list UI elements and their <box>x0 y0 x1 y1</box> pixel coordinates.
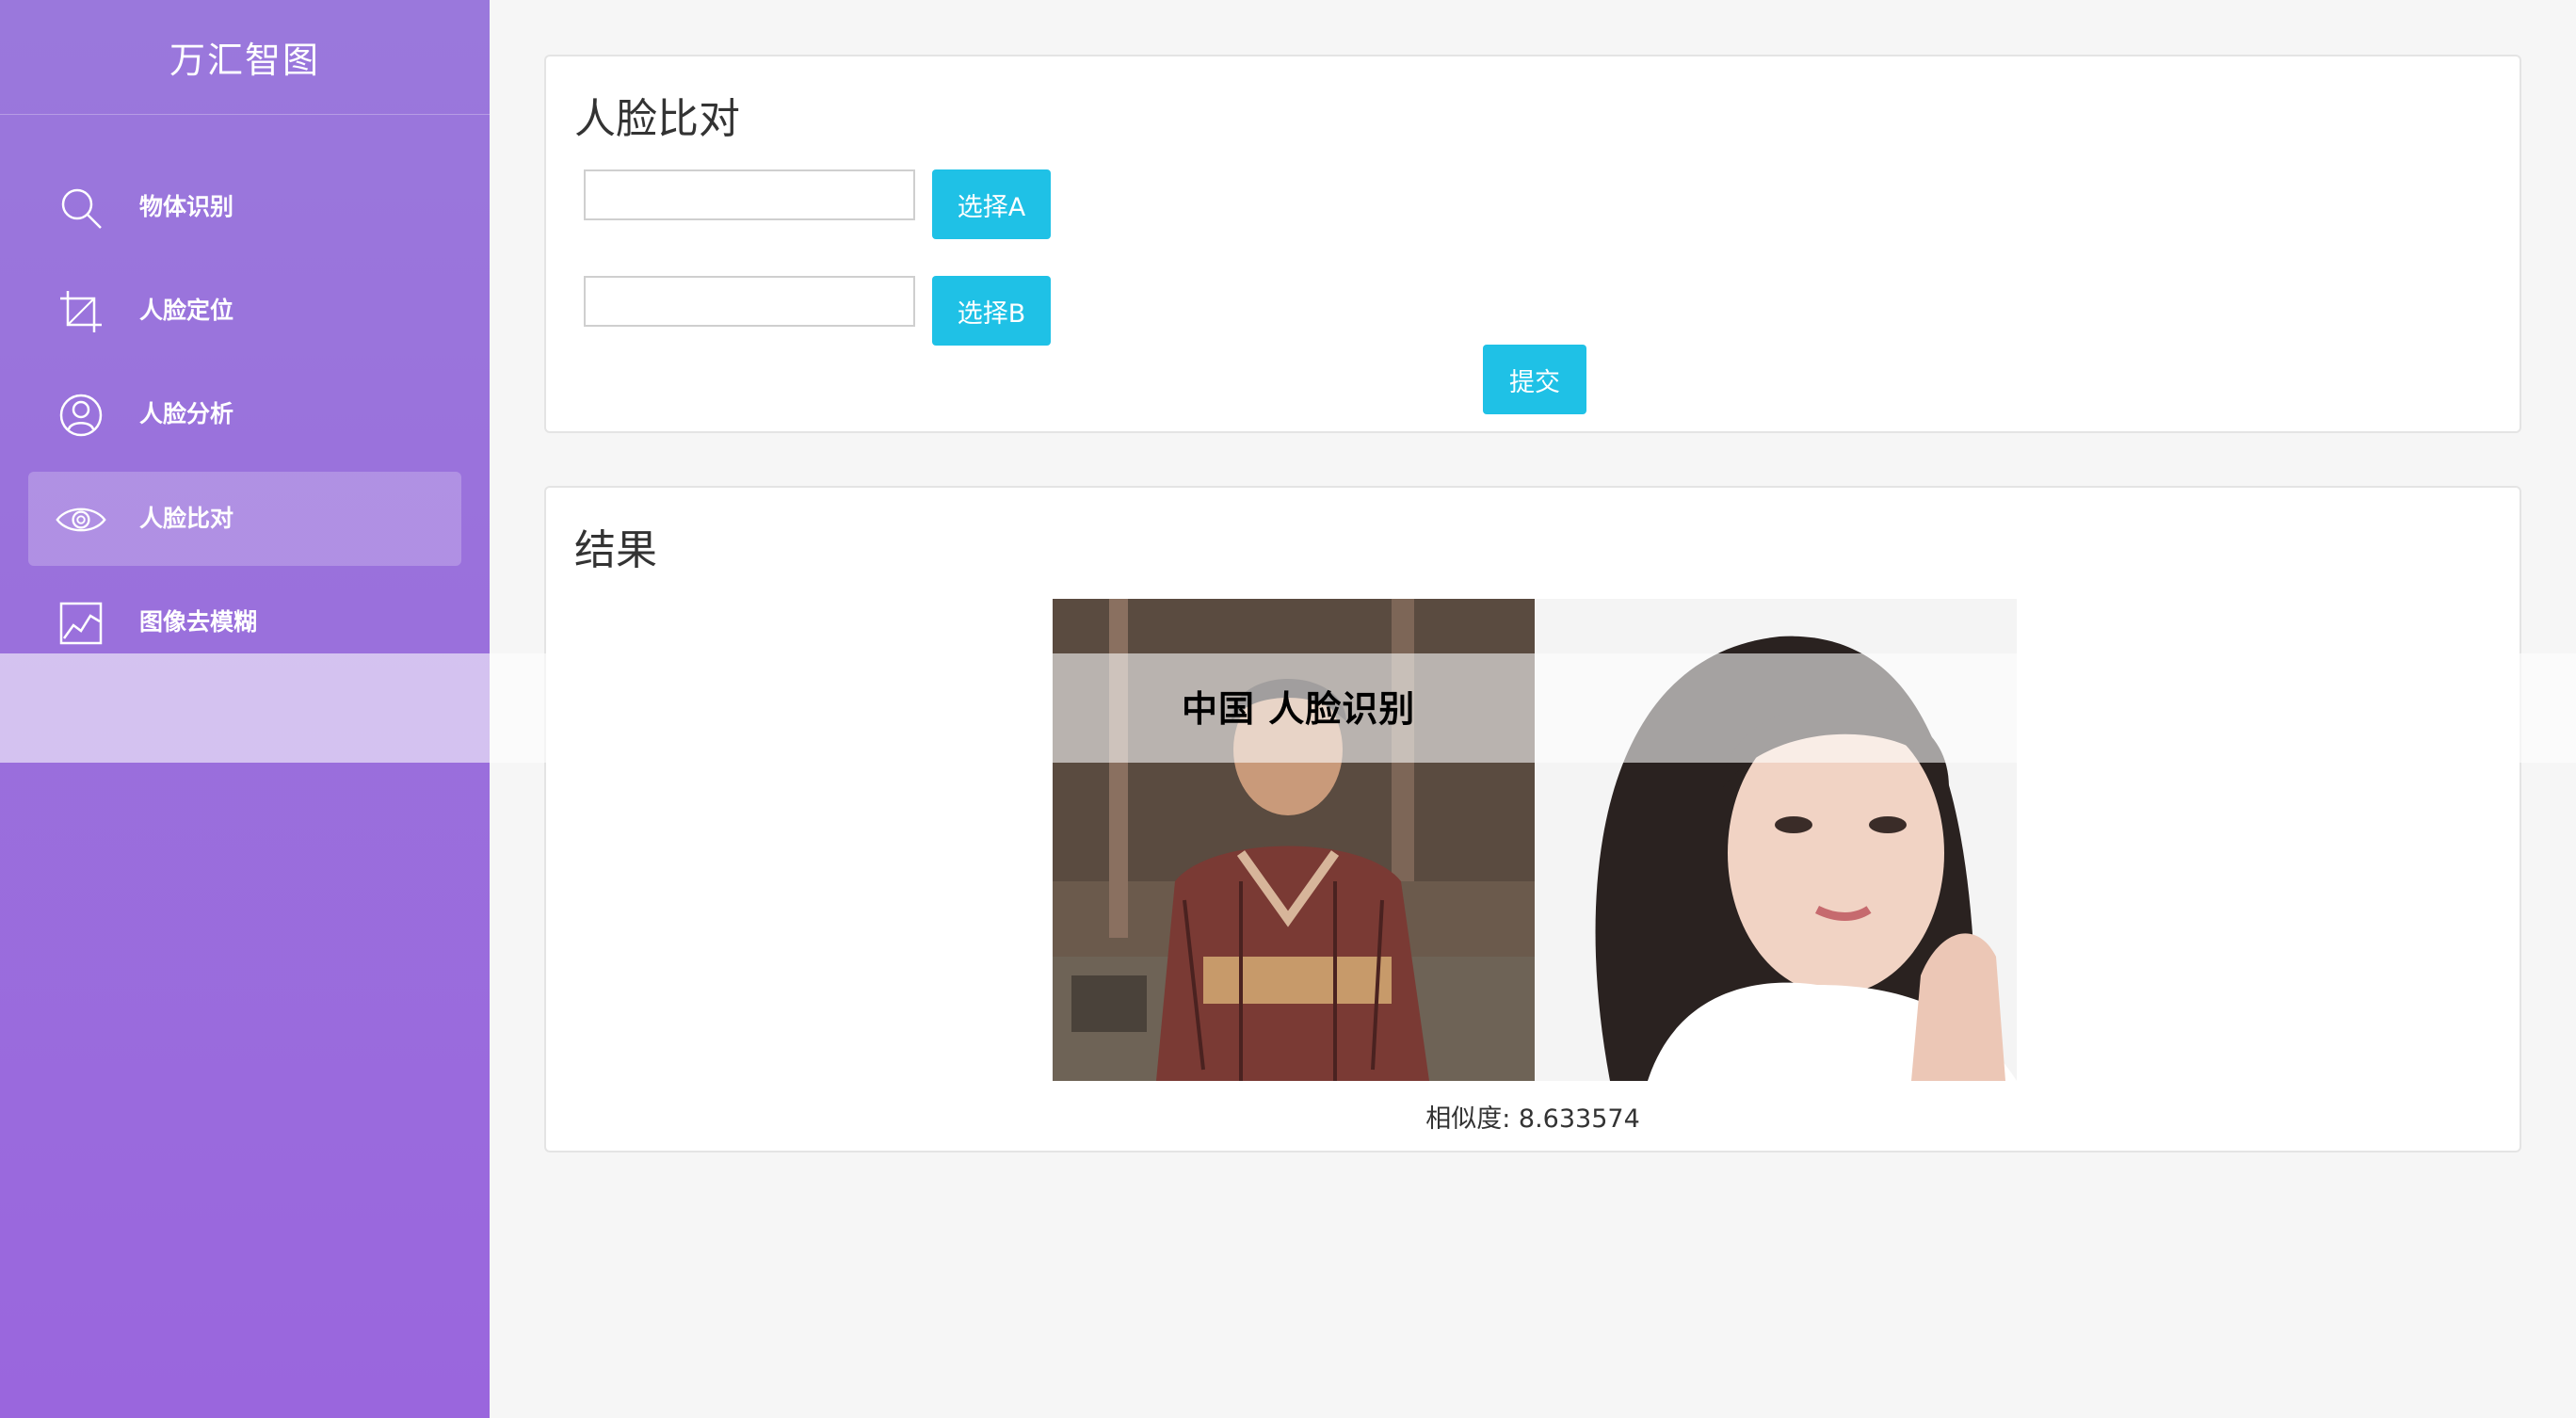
sidebar-item-object-recognition[interactable]: 物体识别 <box>28 160 461 254</box>
submit-button[interactable]: 提交 <box>1483 345 1586 414</box>
watermark-text: 中国 人脸识别 <box>1182 688 1416 730</box>
sidebar-item-face-location[interactable]: 人脸定位 <box>28 264 461 358</box>
sidebar-item-label: 物体识别 <box>139 193 234 220</box>
similarity-score: 相似度: 8.633574 <box>1425 1104 1640 1134</box>
brand-title: 万汇智图 <box>0 0 490 115</box>
select-b-button[interactable]: 选择B <box>932 276 1051 346</box>
sidebar-item-label: 人脸定位 <box>139 297 234 324</box>
compare-card: 人脸比对 选择A 选择B 提交 <box>544 55 2521 433</box>
compare-title: 人脸比对 <box>574 95 740 143</box>
search-icon <box>58 185 104 231</box>
crop-icon <box>58 289 104 334</box>
sidebar-item-face-compare[interactable]: 人脸比对 <box>28 472 461 566</box>
eye-icon <box>56 497 106 542</box>
sidebar-item-face-analysis[interactable]: 人脸分析 <box>28 367 461 461</box>
file-input-a[interactable] <box>584 169 915 220</box>
user-icon <box>58 393 104 438</box>
result-title: 结果 <box>574 526 657 574</box>
result-card: 结果 相似度: 8.633574 <box>544 486 2521 1152</box>
line-chart-icon <box>58 601 104 646</box>
sidebar-item-label: 人脸比对 <box>139 505 234 532</box>
select-a-button[interactable]: 选择A <box>932 169 1051 239</box>
sidebar-item-label: 人脸分析 <box>139 400 234 427</box>
file-input-b[interactable] <box>584 276 915 327</box>
